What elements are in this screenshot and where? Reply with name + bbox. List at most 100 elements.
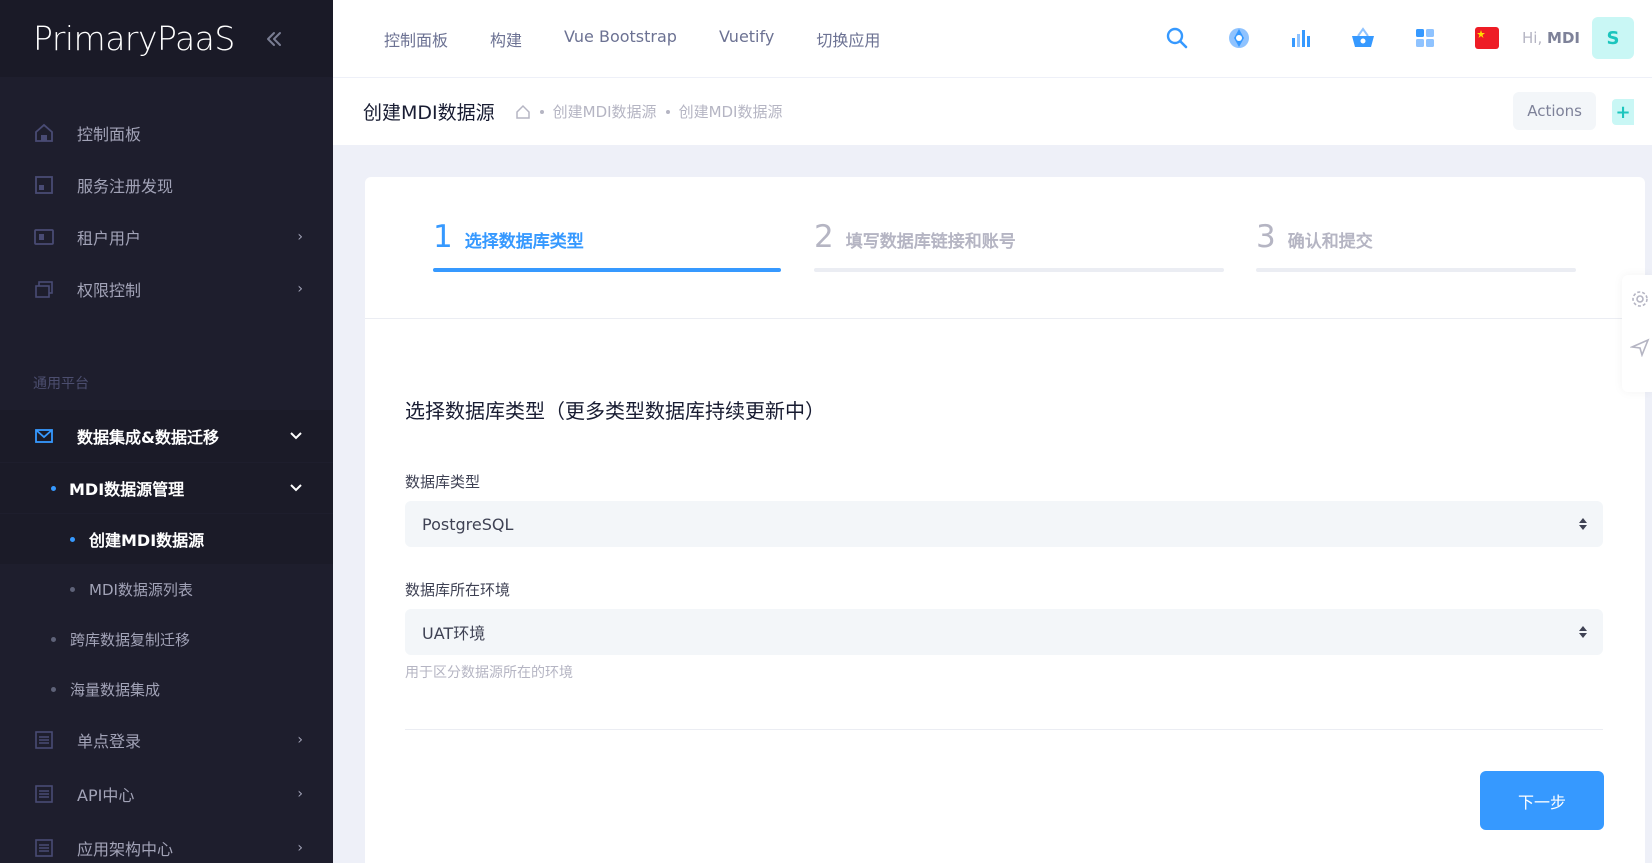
sidebar-item-mdi-create[interactable]: 创建MDI数据源: [0, 514, 333, 564]
top-nav-switch-app[interactable]: 切换应用: [795, 19, 901, 59]
step-label: 确认和提交: [1287, 232, 1373, 252]
top-nav: 控制面板 构建 Vue Bootstrap Vuetify 切换应用: [363, 19, 901, 59]
sidebar-toggle-icon[interactable]: [263, 28, 285, 50]
top-header: 控制面板 构建 Vue Bootstrap Vuetify 切换应用 Hi, M…: [333, 0, 1652, 78]
brand: PrimaryPaaS: [0, 0, 333, 77]
add-button[interactable]: +: [1612, 99, 1634, 125]
select-caret-icon: [1578, 625, 1588, 639]
env-select[interactable]: UAT环境: [405, 609, 1603, 655]
top-nav-build[interactable]: 构建: [469, 19, 543, 59]
breadcrumb-item[interactable]: 创建MDI数据源: [679, 101, 783, 122]
chevron-down-icon: [289, 431, 303, 441]
sticky-toolbar: [1622, 275, 1652, 392]
sidebar-item-label: 控制面板: [77, 125, 142, 144]
sidebar-item-label: API中心: [77, 786, 135, 805]
sidebar-item-label: 海量数据集成: [70, 680, 161, 699]
select-caret-icon: [1578, 517, 1588, 531]
sidebar-item-sso[interactable]: 单点登录 ›: [0, 716, 333, 764]
step-number: 2: [814, 219, 834, 255]
compass-icon[interactable]: [1220, 18, 1258, 58]
form-title: 选择数据库类型（更多类型数据库持续更新中）: [405, 399, 825, 423]
sidebar-item-label: 租户用户: [77, 229, 142, 248]
chevron-right-icon: ›: [297, 229, 303, 245]
step-progress-bar: [433, 268, 781, 272]
wizard-steps: 1 选择数据库类型 2 填写数据库链接和账号 3 确认和提交: [365, 177, 1645, 319]
actions-button[interactable]: Actions: [1513, 92, 1596, 130]
next-button[interactable]: 下一步: [1480, 771, 1604, 830]
breadcrumb-separator: [665, 109, 670, 114]
sidebar-item-dashboard[interactable]: 控制面板: [0, 109, 333, 157]
user-name: MDI: [1547, 29, 1580, 47]
layers-icon: [33, 278, 55, 300]
page-title: 创建MDI数据源: [363, 102, 495, 124]
sidebar-item-permissions[interactable]: 权限控制 ›: [0, 265, 333, 313]
db-type-label: 数据库类型: [405, 473, 481, 491]
bullet-icon: [51, 686, 56, 692]
avatar[interactable]: S: [1592, 17, 1634, 59]
list-icon: [33, 837, 55, 859]
logo[interactable]: PrimaryPaaS: [33, 19, 235, 58]
sidebar-item-label: 跨库数据复制迁移: [70, 630, 191, 649]
apps-grid-icon[interactable]: [1406, 18, 1444, 58]
home-icon: [33, 122, 55, 144]
home-icon[interactable]: [515, 104, 531, 120]
sidebar-item-arch[interactable]: 应用架构中心 ›: [0, 824, 333, 863]
env-hint: 用于区分数据源所在的环境: [405, 665, 573, 681]
china-flag-icon[interactable]: [1468, 18, 1506, 58]
sidebar-item-api[interactable]: API中心 ›: [0, 770, 333, 818]
list-icon: [33, 783, 55, 805]
top-nav-dashboard[interactable]: 控制面板: [363, 19, 469, 59]
bullet-icon: [70, 586, 75, 592]
sidebar-item-cross-copy[interactable]: 跨库数据复制迁移: [0, 614, 333, 664]
db-type-select[interactable]: PostgreSQL: [405, 501, 1603, 547]
sidebar-section-title: 通用平台: [33, 376, 89, 392]
step-label: 填写数据库链接和账号: [845, 232, 1016, 252]
sidebar-item-service-discovery[interactable]: 服务注册发现: [0, 161, 333, 209]
greeting-prefix: Hi,: [1522, 29, 1543, 47]
sidebar-item-mass-data[interactable]: 海量数据集成: [0, 664, 333, 714]
step-label: 选择数据库类型: [464, 232, 584, 252]
step-progress-bar: [1256, 268, 1576, 272]
breadcrumb-separator: [539, 109, 544, 114]
layout-icon: [33, 174, 55, 196]
sidebar-item-label: 服务注册发现: [77, 177, 174, 196]
wizard-card: 1 选择数据库类型 2 填写数据库链接和账号 3 确认和提交 选择数据库类型（更…: [365, 177, 1645, 863]
sidebar-item-label: 权限控制: [77, 281, 142, 300]
breadcrumb-item[interactable]: 创建MDI数据源: [553, 101, 657, 122]
sidebar-item-mdi-list[interactable]: MDI数据源列表: [0, 564, 333, 614]
search-icon[interactable]: [1158, 18, 1196, 58]
top-toolbar: Hi, MDI S: [1134, 17, 1634, 59]
greeting: Hi, MDI: [1522, 29, 1580, 47]
gear-icon[interactable]: [1630, 289, 1652, 311]
wizard-step-1[interactable]: 1 选择数据库类型: [433, 219, 584, 255]
subheader: 创建MDI数据源 创建MDI数据源 创建MDI数据源 Actions +: [333, 78, 1652, 145]
chevron-down-icon: [289, 483, 303, 493]
bar-chart-icon[interactable]: [1282, 18, 1320, 58]
wizard-step-3[interactable]: 3 确认和提交: [1256, 219, 1373, 255]
form-divider: [405, 729, 1603, 730]
sidebar-item-label: 单点登录: [77, 732, 142, 751]
bullet-icon: [51, 636, 56, 642]
chevron-right-icon: ›: [297, 281, 303, 297]
breadcrumb: 创建MDI数据源 创建MDI数据源: [515, 101, 783, 122]
top-nav-vue-bootstrap[interactable]: Vue Bootstrap: [543, 19, 698, 59]
step-number: 1: [433, 219, 453, 255]
basket-icon[interactable]: [1344, 18, 1382, 58]
step-number: 3: [1256, 219, 1276, 255]
chevron-right-icon: ›: [297, 840, 303, 856]
sidebar-item-tenant-users[interactable]: 租户用户 ›: [0, 213, 333, 261]
db-type-value: PostgreSQL: [422, 514, 514, 534]
sidebar-item-mdi-management[interactable]: MDI数据源管理: [0, 463, 333, 513]
step-progress-bar: [814, 268, 1224, 272]
users-icon: [33, 226, 55, 248]
env-value: UAT环境: [422, 624, 486, 643]
top-nav-vuetify[interactable]: Vuetify: [698, 19, 795, 59]
sidebar-item-data-integration[interactable]: 数据集成&数据迁移: [0, 410, 333, 462]
mail-icon: [33, 425, 55, 447]
chevron-right-icon: ›: [297, 732, 303, 748]
bullet-icon: [51, 485, 56, 491]
bullet-icon: [70, 536, 75, 542]
send-icon[interactable]: [1630, 337, 1652, 359]
wizard-step-2[interactable]: 2 填写数据库链接和账号: [814, 219, 1016, 255]
chevron-right-icon: ›: [297, 786, 303, 802]
